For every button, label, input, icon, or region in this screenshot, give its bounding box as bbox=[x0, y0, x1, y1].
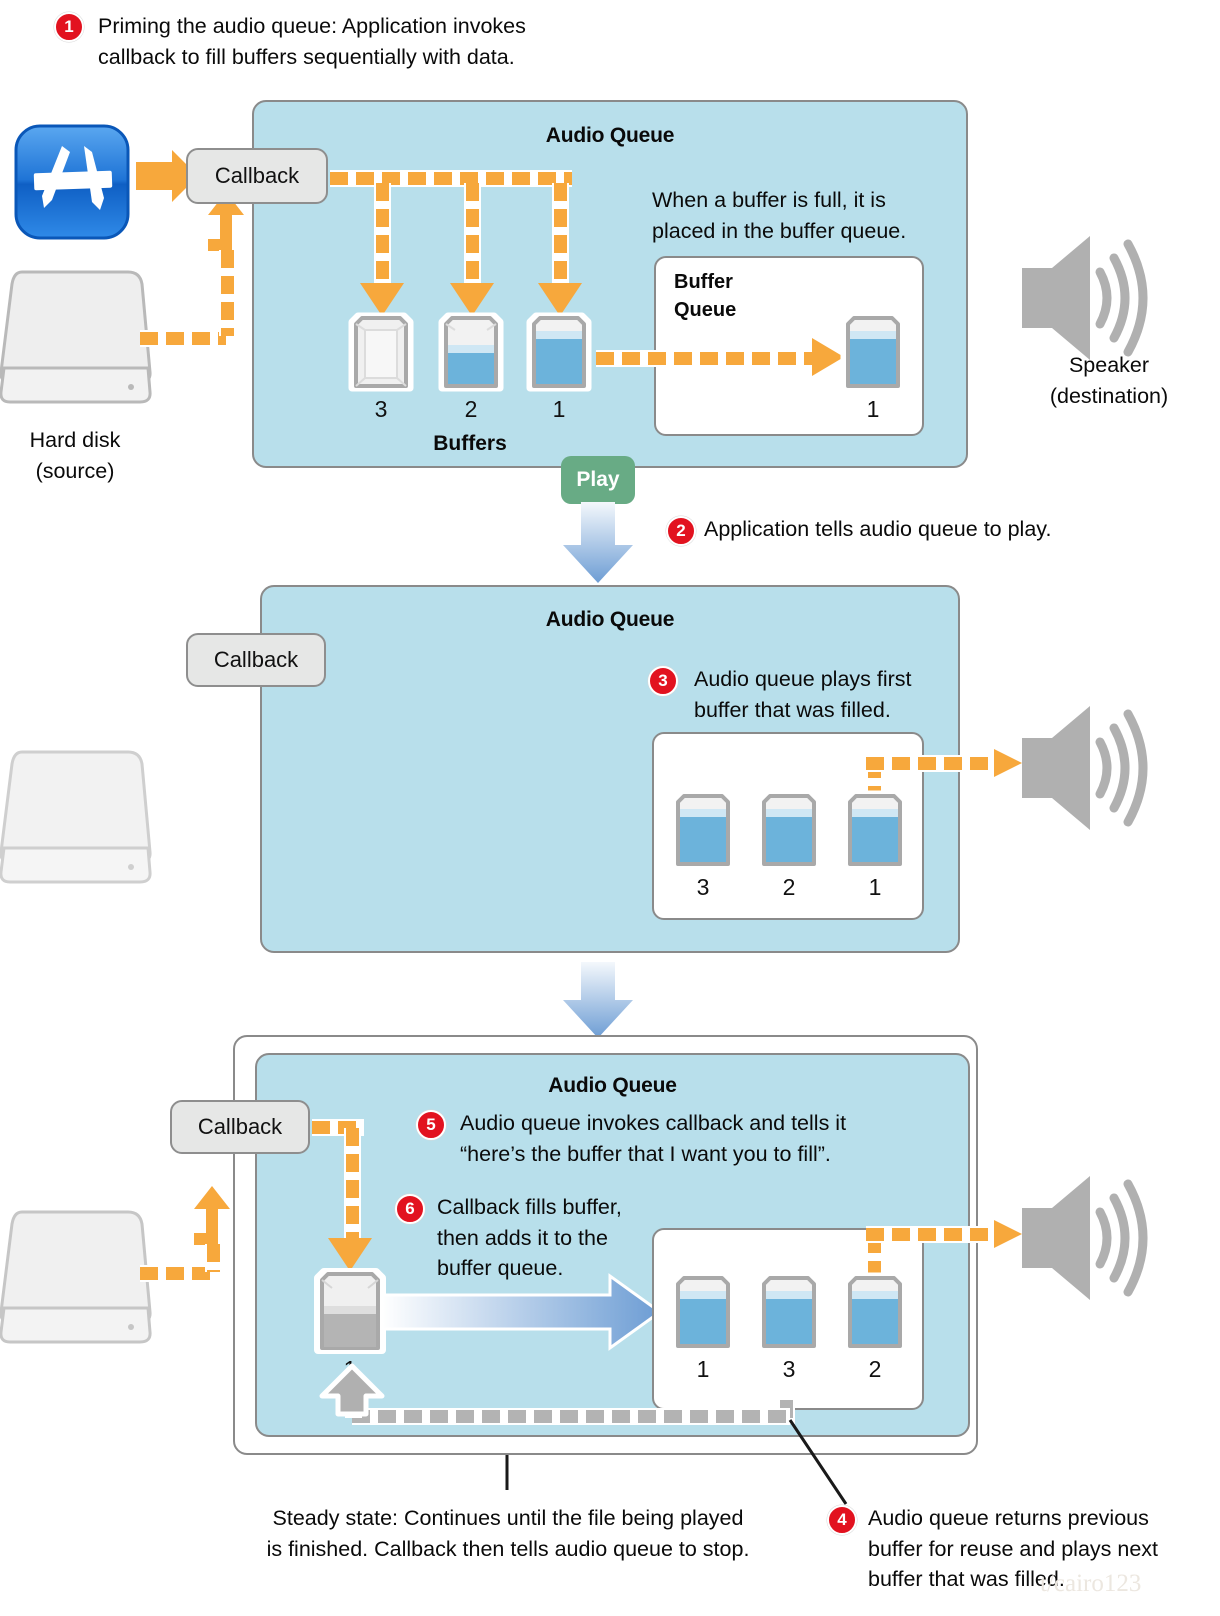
buffer-number: 1 bbox=[552, 396, 566, 422]
dash-to-speaker-2 bbox=[866, 755, 994, 772]
dash-disk-to-callback bbox=[140, 330, 226, 347]
dash-drop-buffer3 bbox=[374, 183, 391, 283]
step-text-2: Application tells audio queue to play. bbox=[704, 517, 1052, 541]
step-text-6: Callback fills buffer, then adds it to t… bbox=[437, 1195, 622, 1281]
dash-disk-to-callback-3 bbox=[140, 1265, 212, 1282]
dash-drop-buffer1 bbox=[552, 183, 569, 283]
buffer-number: 3 bbox=[374, 396, 388, 422]
speaker-label: Speaker (destination) bbox=[1049, 353, 1169, 409]
step-text-5: Audio queue invokes callback and tells i… bbox=[460, 1111, 847, 1166]
queued-buffer-number: 3 bbox=[782, 1356, 796, 1382]
step-text-1: Priming the audio queue: Application inv… bbox=[98, 14, 526, 69]
step-badge-5: 5 bbox=[416, 1110, 446, 1140]
dash-buffer1-to-queue bbox=[596, 350, 812, 367]
step-badge-4: 4 bbox=[827, 1505, 857, 1535]
step-text-3: Audio queue plays first buffer that was … bbox=[694, 667, 912, 722]
queued-buffer-number: 1 bbox=[696, 1356, 710, 1382]
dash-callback-riser-3 bbox=[205, 1244, 222, 1272]
callback-box-panel-1[interactable]: Callback bbox=[186, 148, 328, 204]
panel-1-note: When a buffer is full, it is placed in t… bbox=[652, 188, 907, 243]
step-badge-2: 2 bbox=[666, 516, 696, 546]
dash-return-bus bbox=[352, 1408, 790, 1425]
dash-callback-riser bbox=[219, 250, 236, 336]
buffer-queue-label: Buffer Queue bbox=[674, 271, 737, 322]
queued-buffer-number: 2 bbox=[868, 1356, 882, 1382]
dash-drop-buffer2 bbox=[464, 183, 481, 283]
panel-3-title: Audio Queue bbox=[548, 1074, 677, 1097]
refill-buffer-number: 1 bbox=[343, 1356, 357, 1382]
step-badge-3: 3 bbox=[648, 666, 678, 696]
panel-1-title: Audio Queue bbox=[545, 124, 675, 147]
step-badge-6: 6 bbox=[395, 1194, 425, 1224]
hard-disk-label: Hard disk (source) bbox=[29, 428, 121, 484]
queued-buffer-number: 2 bbox=[782, 874, 796, 900]
dash-drop-refill bbox=[344, 1128, 361, 1238]
steady-state-caption: Steady state: Continues until the file b… bbox=[266, 1506, 750, 1562]
step-text-4: Audio queue returns previous buffer for … bbox=[868, 1506, 1159, 1592]
queued-buffer-number: 3 bbox=[696, 874, 710, 900]
callback-box-panel-3[interactable]: Callback bbox=[170, 1100, 310, 1154]
dash-to-speaker-3 bbox=[866, 1226, 994, 1243]
buffer-number: 2 bbox=[464, 396, 478, 422]
buffers-label: Buffers bbox=[433, 432, 507, 455]
play-button[interactable]: Play bbox=[561, 456, 635, 504]
step-badge-1: 1 bbox=[54, 12, 84, 42]
panel-2-title: Audio Queue bbox=[545, 608, 675, 631]
queued-buffer-number: 1 bbox=[868, 874, 882, 900]
queued-buffer-number: 1 bbox=[866, 396, 880, 422]
dash-return-left-riser bbox=[345, 1392, 362, 1418]
watermark: t/cairo123 bbox=[1040, 1570, 1142, 1597]
callback-box-panel-2[interactable]: Callback bbox=[186, 633, 326, 687]
dash-callback-bus-1 bbox=[330, 170, 572, 187]
